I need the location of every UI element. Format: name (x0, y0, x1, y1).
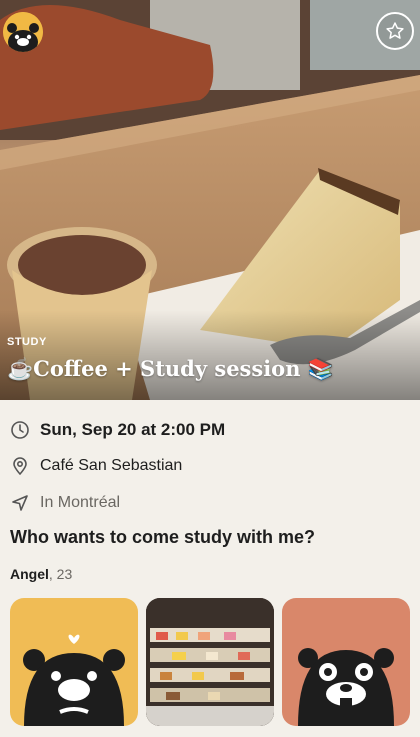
photo-gallery (10, 598, 410, 728)
event-place-row[interactable]: Café San Sebastian (10, 454, 182, 478)
map-pin-icon (10, 456, 30, 476)
event-date: Sun, Sep 20 at 2:00 PM (40, 420, 226, 439)
event-date-row: Sun, Sep 20 at 2:00 PM (10, 418, 225, 442)
gallery-photo-3[interactable] (282, 598, 410, 726)
event-category: STUDY (7, 336, 47, 348)
user-avatar-button[interactable] (3, 12, 43, 52)
favorite-button[interactable] (376, 12, 414, 50)
host-name: Angel (10, 566, 49, 582)
event-cover-photo: STUDY ☕Coffee + Study session 📚 (0, 0, 420, 400)
gallery-photo-2[interactable] (146, 598, 274, 726)
location-arrow-icon (10, 493, 30, 513)
clock-icon (10, 420, 30, 440)
gallery-photo-1[interactable] (10, 598, 138, 726)
bear-illustration (23, 634, 125, 726)
pastry-display-photo (146, 598, 274, 726)
event-city: In Montréal (40, 494, 121, 511)
bear-avatar-icon (3, 12, 43, 52)
host-age: , 23 (48, 566, 73, 582)
beaver-illustration (298, 648, 394, 726)
host-info[interactable]: Angel, 23 (10, 566, 72, 582)
event-place: Café San Sebastian (40, 457, 183, 474)
event-question: Who wants to come study with me? (10, 527, 316, 547)
event-title: ☕Coffee + Study session 📚 (7, 356, 334, 381)
star-icon (386, 22, 404, 39)
event-city-row: In Montréal (10, 491, 120, 515)
